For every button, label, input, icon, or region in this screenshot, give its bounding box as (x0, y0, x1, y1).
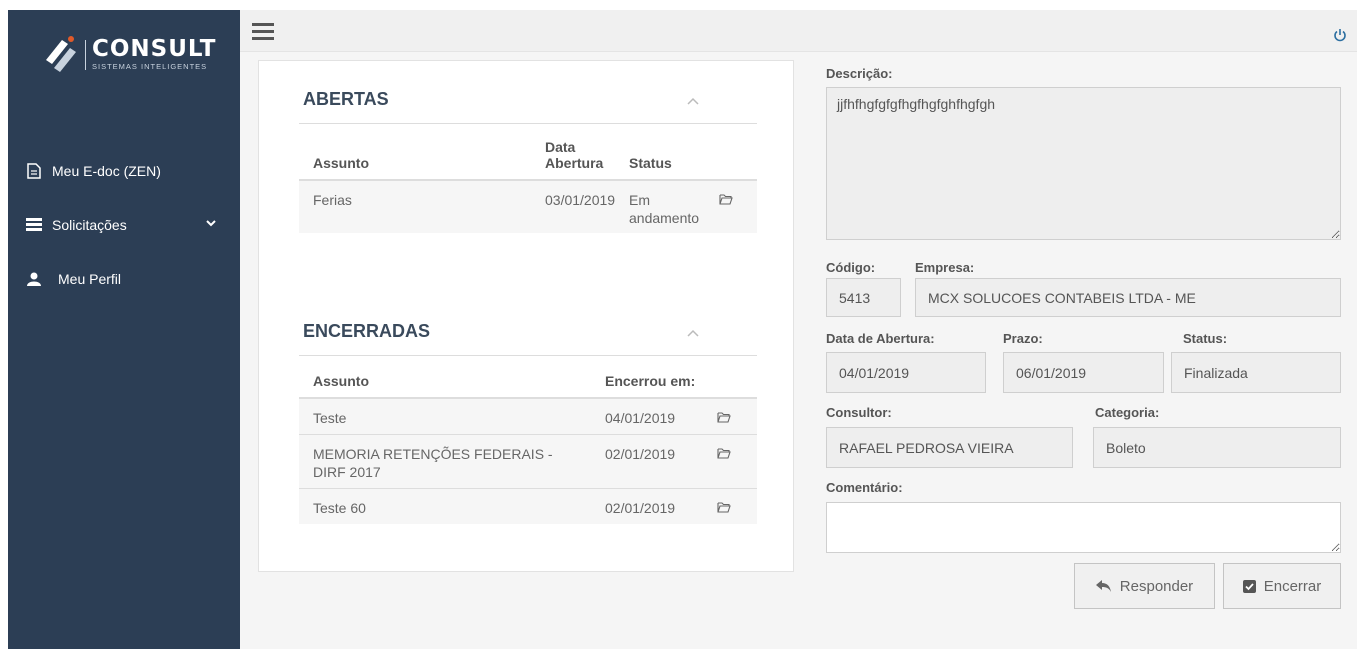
checkbox-checked-icon (1242, 579, 1256, 593)
sidebar-item-edoc[interactable]: Meu E-doc (ZEN) (8, 156, 240, 186)
comentario-textarea[interactable] (826, 502, 1341, 553)
column-header: Assunto (313, 373, 369, 389)
sidebar-item-perfil[interactable]: Meu Perfil (8, 264, 240, 294)
brand-mark-icon (46, 36, 76, 72)
status-field[interactable]: Finalizada (1171, 352, 1341, 393)
cell-assunto: Ferias (313, 192, 352, 208)
sidebar-item-label: Solicitações (52, 217, 127, 233)
folder-open-icon[interactable] (717, 411, 731, 423)
document-icon (26, 163, 42, 179)
table-row[interactable]: Teste 04/01/2019 (299, 398, 757, 434)
categoria-label: Categoria: (1095, 405, 1160, 420)
sidebar-item-label: Meu Perfil (58, 271, 122, 287)
column-header: Data Abertura (545, 139, 604, 171)
empresa-field[interactable]: MCX SOLUCOES CONTABEIS LTDA - ME (915, 278, 1341, 317)
reply-icon (1095, 580, 1111, 592)
consultor-field[interactable]: RAFAEL PEDROSA VIEIRA (826, 427, 1073, 468)
status-label: Status: (1183, 331, 1228, 346)
user-icon (26, 271, 42, 287)
sidebar-item-label: Meu E-doc (ZEN) (52, 163, 161, 179)
requests-panel: ABERTAS Assunto Data Abertura Status Fer… (258, 60, 794, 572)
descricao-textarea[interactable]: jjfhfhgfgfgfhgfhgfghfhgfgh (826, 87, 1341, 240)
cell-status: Em andamento (629, 192, 700, 226)
chevron-up-icon[interactable] (687, 97, 699, 105)
consultor-label: Consultor: (826, 405, 892, 420)
abertas-table: Assunto Data Abertura Status Ferias 03/0… (299, 139, 757, 233)
sidebar-item-solicitacoes[interactable]: Solicitações (8, 210, 240, 240)
responder-label: Responder (1119, 577, 1194, 595)
data-abertura-field[interactable]: 04/01/2019 (826, 352, 986, 393)
responder-button[interactable]: Responder (1074, 563, 1215, 609)
table-row[interactable]: MEMORIA RETENÇÕES FEDERAIS - DIRF 2017 0… (299, 434, 757, 488)
prazo-field[interactable]: 06/01/2019 (1003, 352, 1164, 393)
chevron-up-icon[interactable] (687, 329, 699, 337)
cell-assunto: Teste (313, 410, 347, 426)
codigo-label: Código: (826, 260, 876, 275)
cell-data: 04/01/2019 (605, 410, 676, 426)
brand-tagline: SISTEMAS INTELIGENTES (92, 62, 208, 71)
power-icon[interactable] (1333, 28, 1347, 42)
prazo-label: Prazo: (1003, 331, 1043, 346)
brand-name: CONSULT (92, 36, 217, 62)
hamburger-menu-icon[interactable] (252, 23, 274, 41)
column-header: Assunto (313, 155, 369, 171)
section-title-abertas: ABERTAS (303, 89, 389, 109)
cell-data: 02/01/2019 (605, 445, 676, 462)
brand-logo: CONSULT SISTEMAS INTELIGENTES (40, 34, 220, 74)
encerradas-table: Assunto Encerrou em: Teste 04/01/2019 ME… (299, 373, 757, 524)
cell-assunto: Teste 60 (313, 499, 366, 516)
descricao-label: Descrição: (826, 66, 893, 81)
cell-data: 02/01/2019 (605, 499, 676, 516)
codigo-field[interactable]: 5413 (826, 278, 901, 317)
table-row[interactable]: Ferias 03/01/2019 Em andamento (299, 180, 757, 233)
cell-data: 03/01/2019 (545, 192, 616, 208)
topbar (240, 10, 1357, 52)
sidebar: CONSULT SISTEMAS INTELIGENTES Meu E-doc … (8, 10, 240, 649)
chevron-down-icon (206, 220, 216, 227)
data-abertura-label: Data de Abertura: (826, 331, 935, 346)
categoria-field[interactable]: Boleto (1093, 427, 1341, 468)
section-title-encerradas: ENCERRADAS (303, 321, 431, 341)
list-icon (26, 217, 42, 233)
comentario-label: Comentário: (826, 480, 903, 495)
column-header: Encerrou em: (605, 373, 696, 389)
folder-open-icon[interactable] (717, 501, 731, 513)
encerrar-button[interactable]: Encerrar (1223, 563, 1341, 609)
column-header: Status (629, 155, 672, 171)
folder-open-icon[interactable] (717, 447, 731, 459)
cell-assunto: MEMORIA RETENÇÕES FEDERAIS - DIRF 2017 (313, 445, 553, 480)
folder-open-icon[interactable] (719, 193, 733, 205)
empresa-label: Empresa: (915, 260, 975, 275)
table-row[interactable]: Teste 60 02/01/2019 (299, 488, 757, 524)
encerrar-label: Encerrar (1263, 577, 1322, 595)
